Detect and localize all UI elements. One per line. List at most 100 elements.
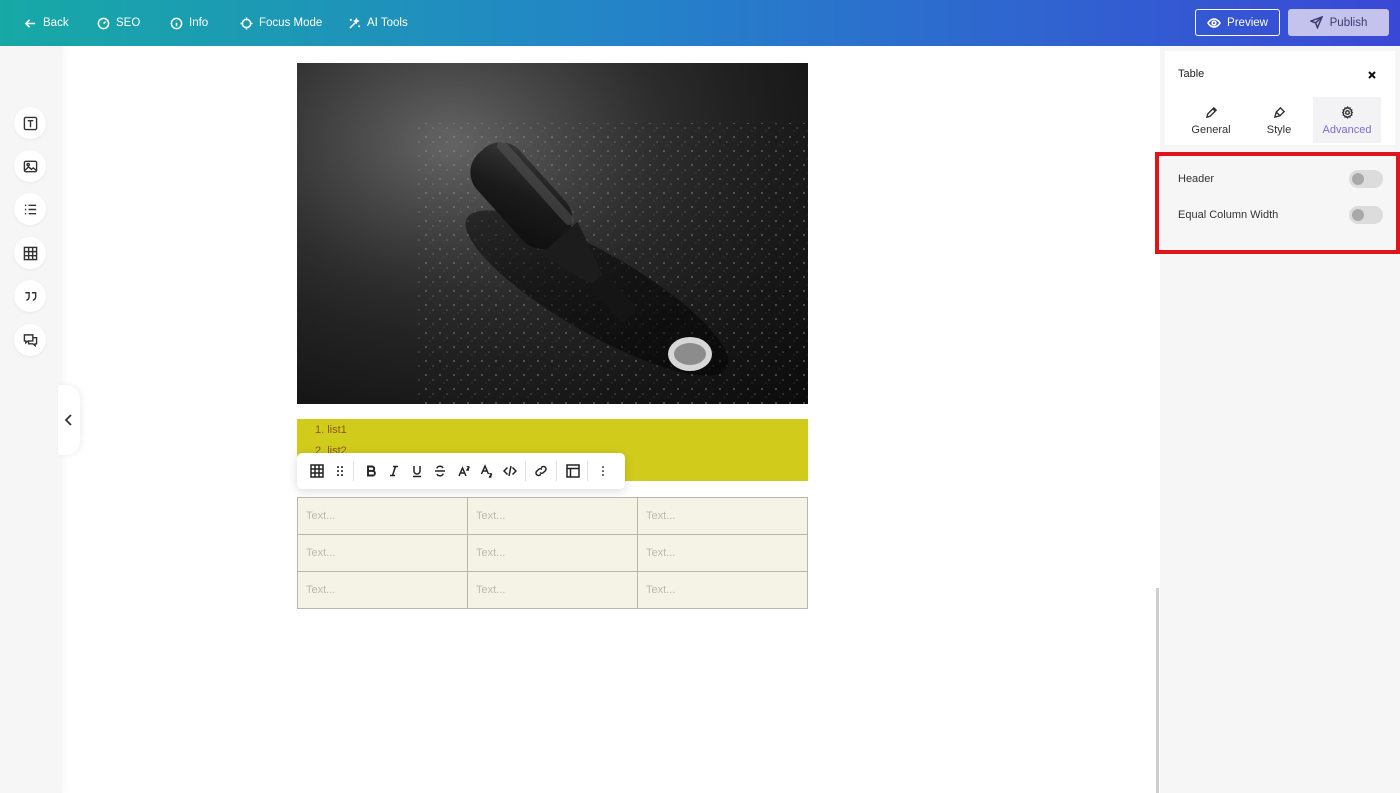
italic-icon <box>390 465 398 477</box>
table-cell[interactable]: Text... <box>467 571 638 609</box>
italic-button[interactable] <box>385 462 403 480</box>
subscript-button[interactable] <box>478 462 496 480</box>
comment-block-icon <box>23 333 37 347</box>
subscript-icon <box>480 464 493 478</box>
header-toggle[interactable] <box>1349 170 1383 188</box>
gear-icon <box>1341 106 1353 119</box>
table-cell[interactable]: Text... <box>297 497 468 535</box>
toolbar-divider <box>587 461 588 481</box>
table-row: Text... Text... Text... <box>297 497 808 535</box>
collapse-sidebar-button[interactable] <box>58 385 80 455</box>
magic-wand-icon <box>349 17 361 29</box>
table-cell[interactable]: Text... <box>637 571 808 609</box>
ai-tools-button[interactable]: AI Tools <box>348 0 408 46</box>
list-item[interactable]: 1. list1 <box>315 423 347 444</box>
bottle-photo <box>297 63 808 404</box>
tab-general[interactable]: General <box>1177 97 1245 143</box>
table-cell[interactable]: Text... <box>637 534 808 572</box>
scrollbar[interactable] <box>1156 588 1159 793</box>
table-row: Text... Text... Text... <box>297 571 808 609</box>
link-button[interactable] <box>532 462 550 480</box>
tab-style-label: Style <box>1266 124 1292 136</box>
superscript-button[interactable] <box>455 462 473 480</box>
image-block-icon <box>23 160 37 172</box>
info-label: Info <box>189 17 209 29</box>
close-icon <box>1368 71 1376 79</box>
header-setting-label: Header <box>1178 173 1215 185</box>
table-cell[interactable]: Text... <box>467 497 638 535</box>
crosshair-icon <box>240 16 253 30</box>
info-icon <box>170 17 183 29</box>
more-vertical-icon <box>602 466 604 476</box>
table-format-toolbar <box>297 453 625 489</box>
preview-label: Preview <box>1227 16 1268 29</box>
publish-button[interactable]: Publish <box>1288 9 1389 36</box>
toggle-knob <box>1352 209 1364 221</box>
send-icon <box>1309 16 1323 29</box>
publish-label: Publish <box>1329 16 1368 29</box>
tab-advanced-label: Advanced <box>1322 124 1372 136</box>
underline-button[interactable] <box>408 462 426 480</box>
table-settings-button[interactable] <box>564 462 582 480</box>
table-block: Text... Text... Text... Text... Text... … <box>297 497 808 609</box>
ai-tools-label: AI Tools <box>367 17 408 29</box>
top-bar: Back SEO Info Focus Mode AI Tools Previe… <box>0 0 1400 46</box>
bold-icon <box>367 465 376 477</box>
image-block[interactable] <box>297 63 808 404</box>
brush-icon <box>1273 106 1285 119</box>
table-cell[interactable]: Text... <box>297 571 468 609</box>
table-cell[interactable]: Text... <box>297 534 468 572</box>
list-block-icon <box>24 204 36 214</box>
code-button[interactable] <box>501 462 519 480</box>
info-button[interactable]: Info <box>170 0 208 46</box>
table-layout-icon <box>566 464 580 478</box>
chevron-left-icon <box>64 414 72 426</box>
tab-advanced[interactable]: Advanced <box>1313 97 1381 143</box>
bold-button[interactable] <box>362 462 380 480</box>
quote-block-icon <box>24 291 36 301</box>
preview-button[interactable]: Preview <box>1195 9 1280 36</box>
gauge-icon <box>97 17 110 29</box>
strikethrough-icon <box>435 465 445 477</box>
code-icon <box>503 465 517 477</box>
focus-mode-button[interactable]: Focus Mode <box>240 0 322 46</box>
table-menu-button[interactable] <box>308 462 326 480</box>
tab-general-label: General <box>1191 124 1231 136</box>
toggle-knob <box>1352 173 1364 185</box>
text-block-button[interactable] <box>14 107 46 139</box>
more-options-button[interactable] <box>594 462 612 480</box>
pencil-icon <box>1205 106 1217 119</box>
list-block-button[interactable] <box>14 193 46 225</box>
link-icon <box>535 465 547 477</box>
drag-handle-icon <box>337 466 343 477</box>
toolbar-divider <box>556 461 557 481</box>
underline-icon <box>413 466 421 478</box>
focus-mode-label: Focus Mode <box>259 17 323 29</box>
table-cell[interactable]: Text... <box>467 534 638 572</box>
superscript-icon <box>458 465 470 477</box>
arrow-left-icon <box>24 18 36 28</box>
equal-column-width-label: Equal Column Width <box>1178 209 1279 221</box>
tab-style[interactable]: Style <box>1245 97 1313 143</box>
table-block-button[interactable] <box>14 237 46 269</box>
close-panel-button[interactable] <box>1366 68 1378 80</box>
quote-block-button[interactable] <box>14 280 46 312</box>
strikethrough-button[interactable] <box>431 462 449 480</box>
eye-icon <box>1207 17 1221 28</box>
table-cell[interactable]: Text... <box>637 497 808 535</box>
table-icon <box>310 464 324 478</box>
drag-handle[interactable] <box>331 462 349 480</box>
advanced-settings-highlight <box>1155 152 1400 254</box>
table-row: Text... Text... Text... <box>297 534 808 572</box>
seo-label: SEO <box>116 17 141 29</box>
image-block-button[interactable] <box>14 150 46 182</box>
comment-block-button[interactable] <box>14 324 46 356</box>
toolbar-divider <box>525 461 526 481</box>
back-button[interactable]: Back <box>24 0 69 46</box>
text-block-icon <box>23 116 37 130</box>
equal-column-width-toggle[interactable] <box>1349 206 1383 224</box>
panel-title: Table <box>1178 68 1205 80</box>
toolbar-divider <box>353 461 354 481</box>
seo-button[interactable]: SEO <box>97 0 140 46</box>
back-label: Back <box>43 17 69 29</box>
